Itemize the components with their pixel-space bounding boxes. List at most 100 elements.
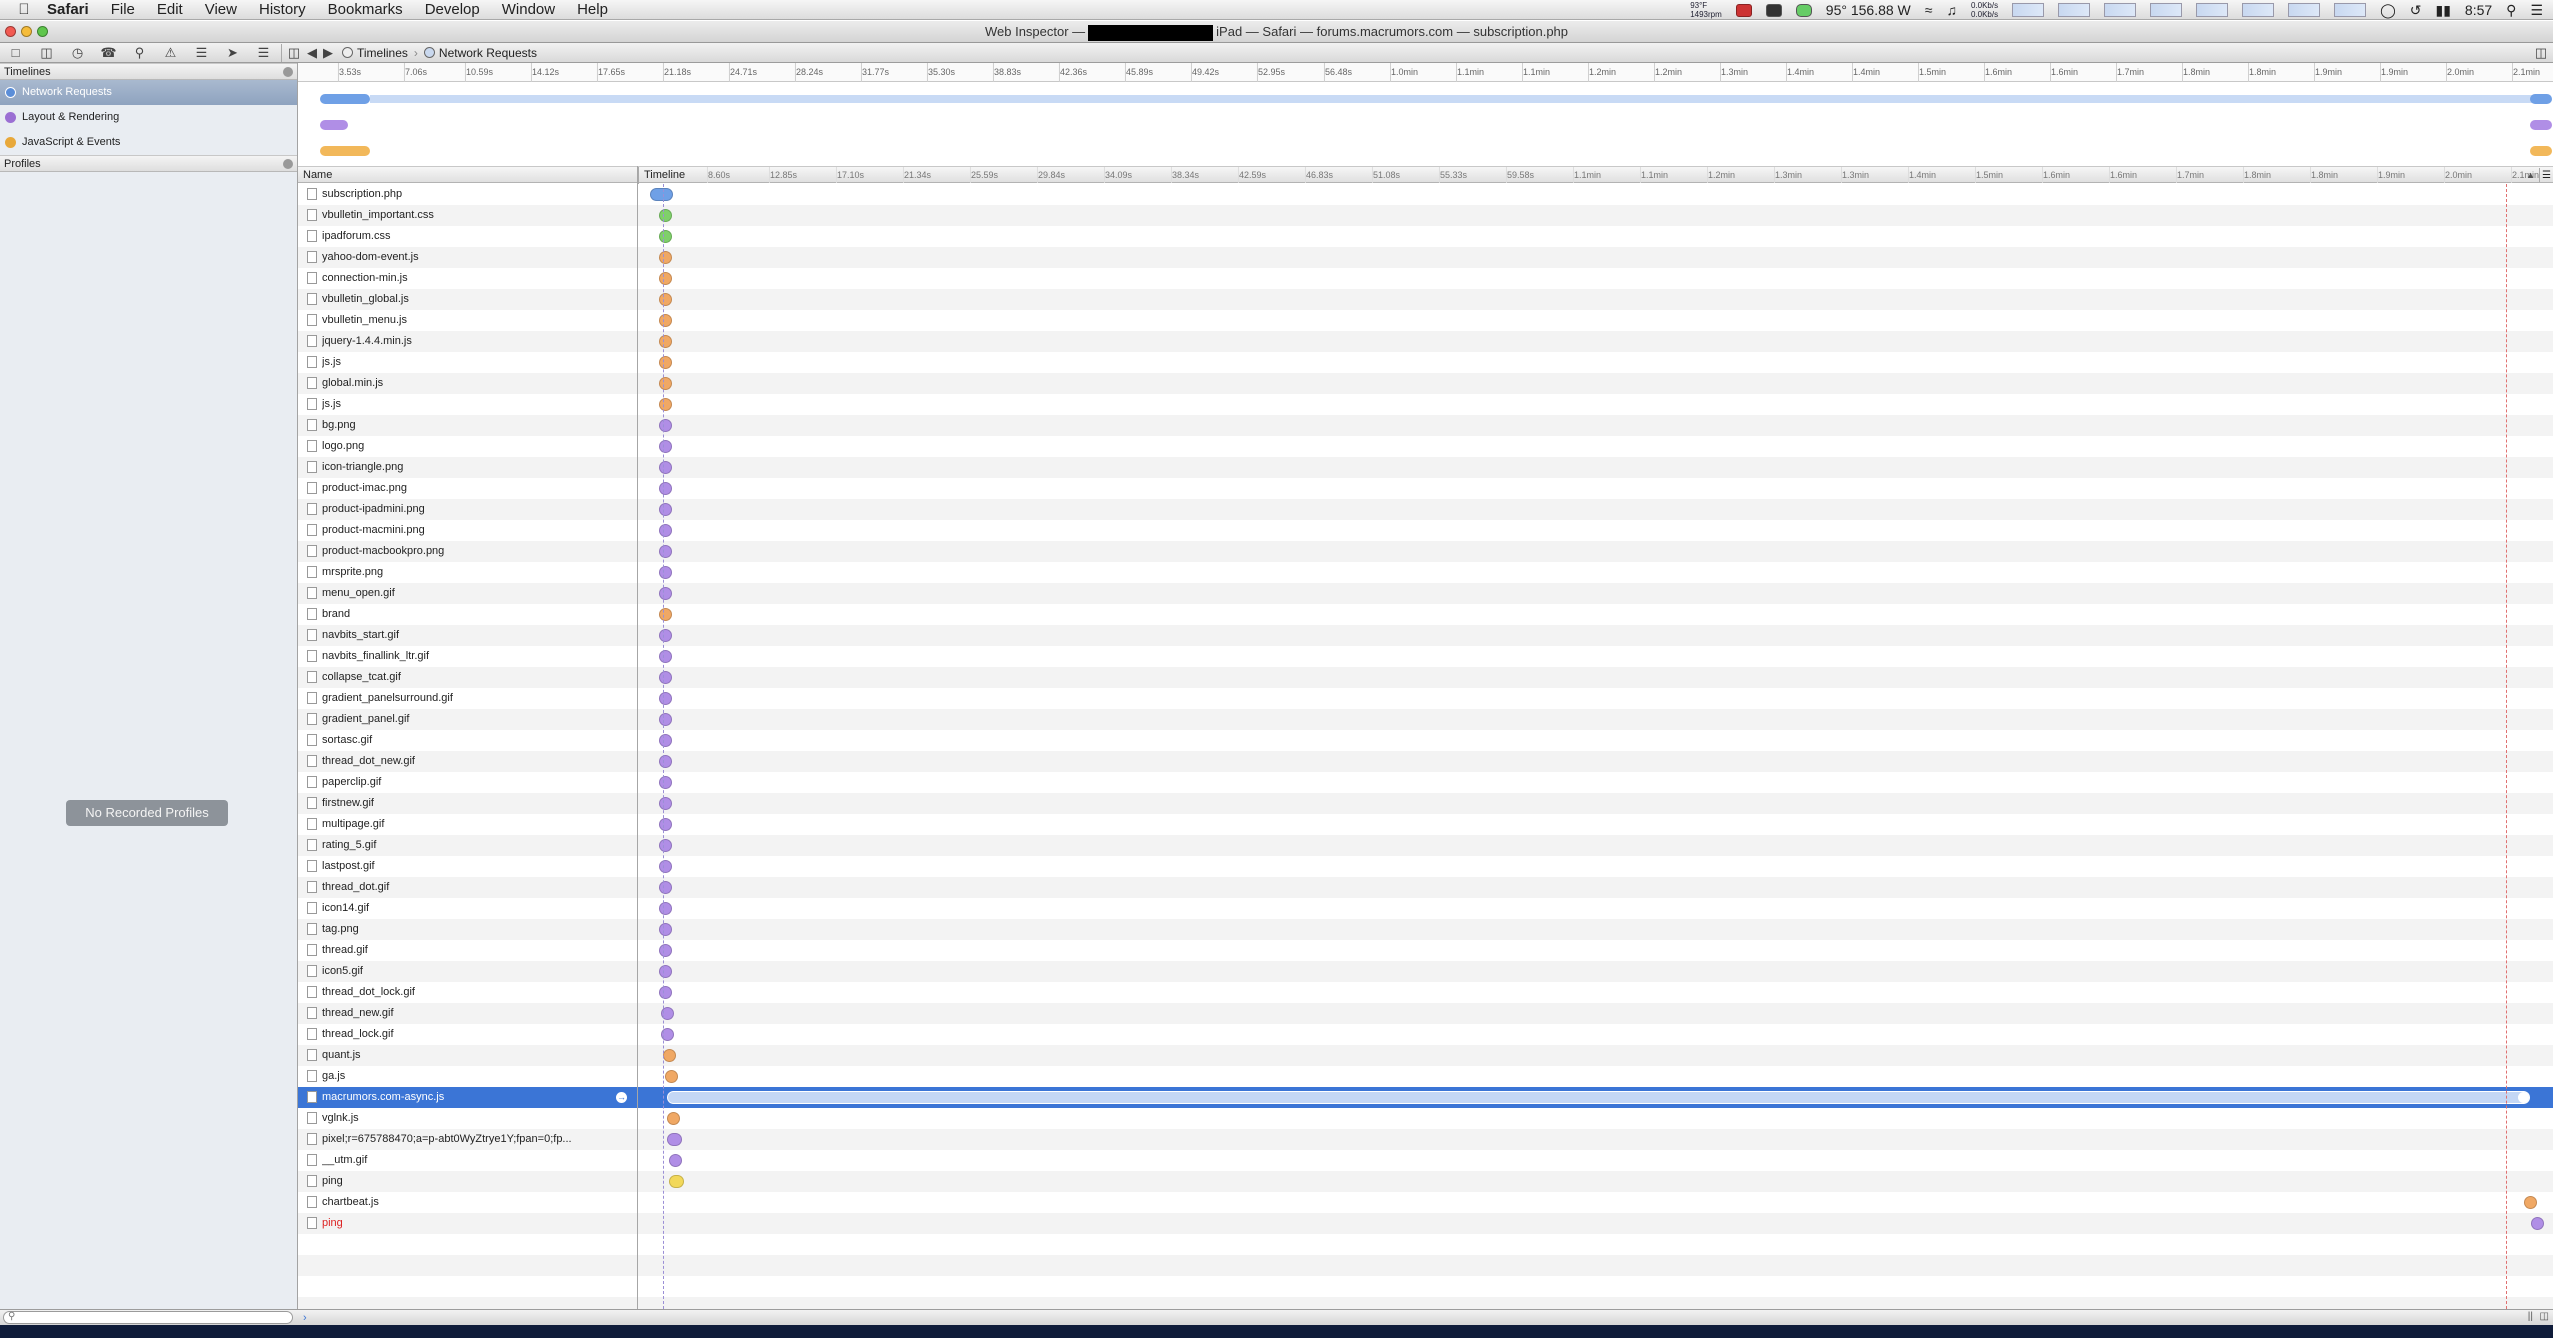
request-timing-bar[interactable] [667,1133,682,1146]
request-timing-bar[interactable] [669,1175,684,1188]
request-timing-bar[interactable] [659,902,672,915]
console-icon[interactable]: ☰ [248,43,279,63]
menu-develop[interactable]: Develop [414,0,491,20]
column-name-header[interactable]: Name [303,167,332,183]
breadcrumb-timelines[interactable]: Timelines [336,46,414,60]
network-meter[interactable]: 0.0Kb/s 0.0Kb/s [1971,1,1998,19]
back-icon[interactable]: ◀ [304,43,320,63]
request-timing-bar[interactable] [659,503,672,516]
request-timing-bar[interactable] [659,398,672,411]
menu-file[interactable]: File [100,0,146,20]
menu-bookmarks[interactable]: Bookmarks [317,0,414,20]
cpu-temp-readout[interactable]: 95° 156.88 W [1826,2,1911,18]
close-icon[interactable] [5,26,16,37]
request-timing-bar[interactable] [665,1070,678,1083]
terminal-icon[interactable] [1765,3,1782,17]
columns-menu-icon[interactable]: ☰ [2539,168,2553,182]
spotlight-icon[interactable]: ⚲ [2506,2,2516,19]
console-prompt-icon[interactable]: › [303,1310,307,1326]
request-timing-bar[interactable] [659,377,672,390]
timelines-icon[interactable]: ◷ [62,43,93,63]
volume-icon[interactable]: ♫ [1946,2,1957,18]
spaces-5[interactable] [2334,3,2367,17]
storage-icon[interactable]: ◫ [31,43,62,63]
request-timing-bar[interactable] [663,1049,676,1062]
request-timing-bar[interactable] [667,1112,680,1125]
minimize-icon[interactable] [21,26,32,37]
timelines-section-header[interactable]: Timelines [0,63,297,80]
cpu-graph[interactable] [2012,3,2045,17]
evernote-icon[interactable] [1795,3,1812,17]
request-timing-bar[interactable] [659,755,672,768]
request-timing-bar[interactable] [659,776,672,789]
spaces-2[interactable] [2196,3,2229,17]
request-timing-bar[interactable] [650,188,673,201]
request-timing-bar[interactable] [659,692,672,705]
request-timing-bar[interactable] [659,314,672,327]
log-icon[interactable]: ☰ [186,43,217,63]
sort-ascending-icon[interactable]: ▲ [2526,167,2535,183]
request-timing-bar[interactable] [659,419,672,432]
request-timing-bar[interactable] [669,1154,682,1167]
request-timing-bar[interactable] [659,671,672,684]
request-timing-bar[interactable] [659,461,672,474]
request-timing-bar[interactable] [659,818,672,831]
request-timing-bar[interactable] [659,251,672,264]
menu-help[interactable]: Help [566,0,619,20]
column-separator[interactable] [638,167,639,184]
request-timing-bar[interactable] [659,965,672,978]
chat-icon[interactable]: ◯ [2380,2,2396,19]
menu-window[interactable]: Window [491,0,566,20]
battery-icon[interactable]: ▮▮ [2436,2,2451,19]
request-timing-bar[interactable] [659,986,672,999]
spaces-4[interactable] [2288,3,2321,17]
sidebar-item-javascript-events[interactable]: JavaScript & Events [0,130,297,155]
record-timeline-icon[interactable] [283,67,293,77]
details-sidebar-toggle-icon[interactable]: ◫ [2531,43,2551,63]
go-to-resource-icon[interactable]: → [616,1092,627,1103]
request-timing-bar[interactable] [659,566,672,579]
request-timing-bar[interactable] [659,482,672,495]
sidebar-item-layout-rendering[interactable]: Layout & Rendering [0,105,297,130]
request-timing-bar[interactable] [659,335,672,348]
resources-icon[interactable]: □ [0,43,31,63]
zoom-icon[interactable] [37,26,48,37]
request-timing-bar[interactable] [659,797,672,810]
request-timing-bar[interactable] [659,860,672,873]
request-timing-bar[interactable] [659,923,672,936]
request-timing-bar[interactable] [659,587,672,600]
record-icon[interactable] [1735,3,1752,17]
clock[interactable]: 8:57 [2465,2,2492,18]
request-timing-bar[interactable] [667,1091,2530,1104]
request-timing-bar[interactable] [659,293,672,306]
breakpoint-icon[interactable]: ➤ [217,43,248,63]
request-timing-bar[interactable] [659,839,672,852]
debugger-icon[interactable]: ☎ [93,43,124,63]
request-timing-bar[interactable] [659,713,672,726]
overview-ruler[interactable]: 3.53s 7.06s 10.59s 14.12s 17.65s 21.18s 24.71s… [298,63,2553,82]
request-timing-bar[interactable] [659,881,672,894]
name-column-divider[interactable] [637,166,638,1309]
breadcrumb-network-requests[interactable]: Network Requests [418,46,543,60]
notification-center-icon[interactable]: ☰ [2530,2,2543,19]
request-timing-bar[interactable] [659,272,672,285]
wifi-icon[interactable]: ≈ [1925,2,1933,18]
request-timing-bar[interactable] [659,629,672,642]
request-timing-bar[interactable] [659,608,672,621]
split-view-icon[interactable]: ◫ [2540,1311,2549,1322]
timeline-overview[interactable]: 3.53s 7.06s 10.59s 14.12s 17.65s 21.18s 24.71s… [298,63,2553,166]
search-icon[interactable]: ⚲ [124,43,155,63]
request-timing-bar[interactable] [659,230,672,243]
sidebar-item-network-requests[interactable]: Network Requests [0,80,297,105]
apple-menu-icon[interactable]:  [12,1,36,18]
request-timing-bar[interactable] [659,944,672,957]
menu-app[interactable]: Safari [36,0,100,20]
record-profile-icon[interactable] [283,159,293,169]
request-timing-bar[interactable] [659,734,672,747]
column-timeline-header[interactable]: Timeline [644,167,685,183]
issues-icon[interactable]: ⚠ [155,43,186,63]
request-timing-bar[interactable] [659,209,672,222]
spaces-3[interactable] [2242,3,2275,17]
sidebar-filter-input[interactable]: ⚲ [3,1311,293,1324]
menu-edit[interactable]: Edit [146,0,194,20]
